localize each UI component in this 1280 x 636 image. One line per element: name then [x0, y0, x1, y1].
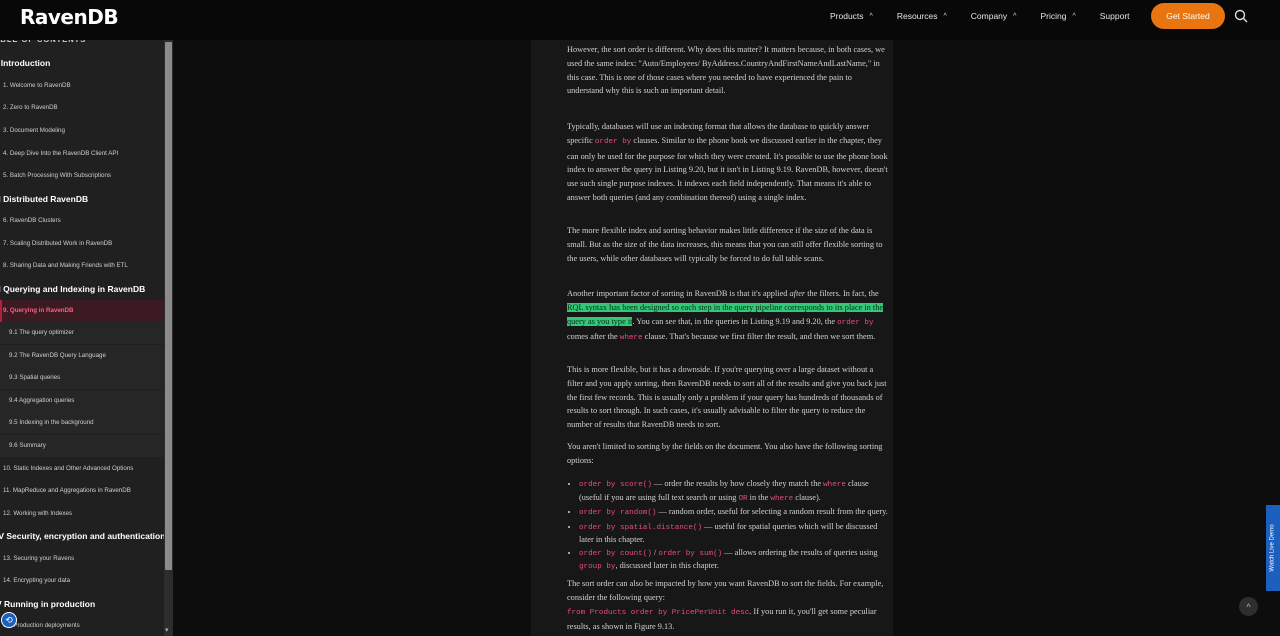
- article-paragraph: This is more flexible, but it has a down…: [567, 365, 887, 430]
- toc-chapter-8[interactable]: 8. Sharing Data and Making Friends with …: [3, 262, 128, 269]
- toc-part-4[interactable]: IV Security, encryption and authenticati…: [0, 531, 165, 541]
- cookie-settings-icon[interactable]: ⟲: [1, 612, 17, 628]
- toc-sub-9-3[interactable]: 9.3 Spatial queries: [9, 374, 60, 381]
- sorting-options-list: order by score() — order the results by …: [567, 478, 889, 575]
- list-item: order by count() / order by sum() — allo…: [579, 547, 889, 574]
- list-item: order by random() — random order, useful…: [579, 506, 889, 520]
- toc-sub-9-1[interactable]: 9.1 The query optimizer: [9, 329, 74, 336]
- toc-chapter-7[interactable]: 7. Scaling Distributed Work in RavenDB: [3, 240, 112, 247]
- chevron-up-icon: ^: [943, 12, 947, 20]
- main-nav: Products ^ Resources ^ Company ^ Pricing ^ S…: [830, 0, 1154, 32]
- article-paragraph: Typically, databases will use an indexin…: [567, 122, 888, 202]
- search-icon[interactable]: [1234, 9, 1248, 23]
- chevron-up-icon: ^: [869, 12, 873, 20]
- article-paragraph: The more flexible index and sorting beha…: [567, 226, 883, 263]
- chevron-up-icon: ^: [1072, 12, 1076, 20]
- toc-chapter-12[interactable]: 12. Working with Indexes: [3, 510, 72, 517]
- nav-pricing[interactable]: Pricing ^: [1040, 11, 1075, 21]
- toc-part-3[interactable]: II Querying and Indexing in RavenDB: [0, 284, 145, 294]
- toc-part-5[interactable]: V Running in production: [0, 599, 95, 609]
- toc-chapter-6[interactable]: 6. RavenDB Clusters: [3, 217, 61, 224]
- top-navbar: RavenDB Products ^ Resources ^ Company ^ Pr…: [0, 0, 1280, 40]
- toc-part-1[interactable]: I Introduction: [0, 58, 50, 68]
- toc-chapter-4[interactable]: 4. Deep Dive Into the RavenDB Client API: [3, 150, 118, 157]
- toc-sub-9-5[interactable]: 9.5 Indexing in the background: [9, 419, 94, 426]
- list-item: order by spatial.distance() — useful for…: [579, 521, 889, 546]
- toc-chapter-9[interactable]: 9. Querying in RavenDB: [3, 307, 74, 314]
- list-item: order by score() — order the results by …: [579, 478, 889, 505]
- table-of-contents: ABLE OF CONTENTS I Introduction 1. Welco…: [0, 0, 173, 636]
- toc-chapter-3[interactable]: 3. Document Modeling: [3, 127, 65, 134]
- scroll-down-arrow-icon[interactable]: ▾: [165, 626, 169, 634]
- toc-chapter-1[interactable]: 1. Welcome to RavenDB: [3, 82, 71, 89]
- toc-chapter-10[interactable]: 10. Static Indexes and Other Advanced Op…: [3, 465, 133, 472]
- nav-products[interactable]: Products ^: [830, 11, 873, 21]
- toc-sub-9-2[interactable]: 9.2 The RavenDB Query Language: [9, 352, 106, 359]
- nav-company[interactable]: Company ^: [971, 11, 1017, 21]
- nav-resources[interactable]: Resources ^: [897, 11, 947, 21]
- article-paragraph: You aren't limited to sorting by the fie…: [567, 442, 883, 465]
- article-paragraph: However, the sort order is different. Wh…: [567, 45, 885, 96]
- watch-live-demo-tab[interactable]: Watch Live Demo: [1266, 505, 1280, 591]
- toc-chapter-14[interactable]: 14. Encrypting your data: [3, 577, 70, 584]
- toc-part-2[interactable]: II Distributed RavenDB: [0, 194, 88, 204]
- chevron-up-icon: ^: [1013, 12, 1017, 20]
- toc-chapter-5[interactable]: 5. Batch Processing With Subscriptions: [3, 172, 111, 179]
- toc-chapter-11[interactable]: 11. MapReduce and Aggregations in RavenD…: [3, 487, 131, 494]
- toc-sub-9-4[interactable]: 9.4 Aggregation queries: [9, 397, 74, 404]
- article-paragraph: Another important factor of sorting in R…: [567, 289, 884, 343]
- sidebar-scrollbar-thumb[interactable]: [165, 42, 172, 570]
- back-to-top-icon[interactable]: ^: [1239, 597, 1258, 616]
- toc-sub-9-6[interactable]: 9.6 Summary: [9, 442, 46, 449]
- nav-support[interactable]: Support: [1100, 11, 1130, 21]
- article-paragraph: The sort order can also be impacted by h…: [567, 579, 884, 632]
- toc-chapter-13[interactable]: 13. Securing your Ravens: [3, 555, 74, 562]
- ravendb-logo[interactable]: RavenDB: [20, 5, 119, 29]
- toc-chapter-2[interactable]: 2. Zero to RavenDB: [3, 104, 58, 111]
- get-started-button[interactable]: Get Started: [1151, 3, 1225, 29]
